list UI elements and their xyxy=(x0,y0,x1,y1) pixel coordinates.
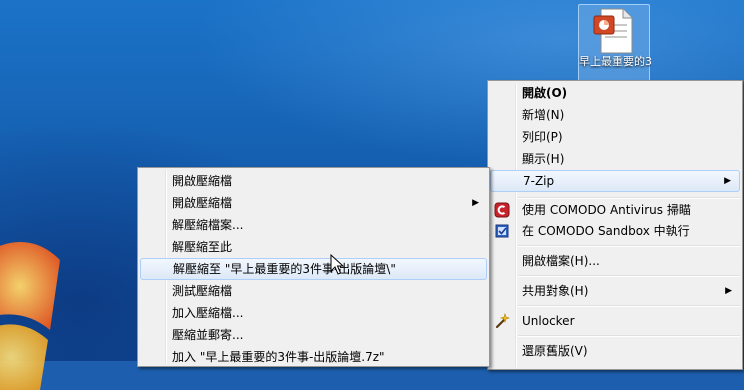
menu-separator xyxy=(518,305,740,307)
desktop-file-icon[interactable]: 早上最重要的3件事-出 xyxy=(578,4,651,84)
menu-separator xyxy=(518,245,740,247)
menu-item-label: 使用 COMODO Antivirus 掃瞄 xyxy=(522,203,691,217)
menu-item-7zip[interactable]: 7-Zip ▶ xyxy=(490,170,740,192)
menu-item-share-with[interactable]: 共用對象(H) ▶ xyxy=(490,280,740,302)
menu-item-label: 共用對象(H) xyxy=(522,284,589,298)
menu-item-label: 測試壓縮檔 xyxy=(172,284,233,298)
menu-item-label: 在 COMODO Sandbox 中執行 xyxy=(522,224,690,238)
zip-item-add-to-7z[interactable]: 加入 "早上最重要的3件事-出版論壇.7z" xyxy=(140,346,487,368)
zip-item-extract-here[interactable]: 解壓縮至此 xyxy=(140,236,487,258)
menu-item-comodo-sandbox[interactable]: 在 COMODO Sandbox 中執行 xyxy=(490,220,740,242)
menu-item-label: Unlocker xyxy=(522,314,575,328)
menu-item-label: 壓縮並郵寄... xyxy=(172,328,244,342)
comodo-antivirus-icon xyxy=(494,202,510,218)
powerpoint-file-icon xyxy=(593,8,633,54)
menu-item-label: 顯示(H) xyxy=(522,152,565,166)
unlocker-wand-icon xyxy=(495,313,510,329)
comodo-sandbox-icon xyxy=(495,224,509,238)
menu-separator xyxy=(518,275,740,277)
zip-item-extract-files[interactable]: 解壓縮檔案... xyxy=(140,214,487,236)
menu-item-open[interactable]: 開啟(O) xyxy=(490,82,740,104)
menu-item-comodo-scan[interactable]: 使用 COMODO Antivirus 掃瞄 xyxy=(490,199,740,221)
menu-item-unlocker[interactable]: Unlocker xyxy=(490,310,740,332)
submenu-arrow-icon: ▶ xyxy=(725,286,732,296)
menu-item-label: 開啟檔案(H)... xyxy=(522,254,600,268)
zip-item-compress-and-email[interactable]: 壓縮並郵寄... xyxy=(140,324,487,346)
zip-item-add-to-archive[interactable]: 加入壓縮檔... xyxy=(140,302,487,324)
menu-item-new[interactable]: 新增(N) xyxy=(490,104,740,126)
menu-item-label: 解壓縮檔案... xyxy=(172,218,244,232)
submenu-arrow-icon: ▶ xyxy=(472,198,479,208)
menu-item-label: 開啟壓縮檔 xyxy=(172,196,233,210)
menu-item-show[interactable]: 顯示(H) xyxy=(490,148,740,170)
context-menu: 開啟(O) 新增(N) 列印(P) 顯示(H) 7-Zip ▶ 使用 COMOD… xyxy=(487,80,743,370)
menu-item-label: 開啟(O) xyxy=(522,86,568,100)
windows-logo-icon xyxy=(0,242,60,390)
menu-separator xyxy=(518,335,740,337)
menu-item-label: 加入 "早上最重要的3件事-出版論壇.7z" xyxy=(172,350,385,364)
zip-item-extract-to-folder[interactable]: 解壓縮至 "早上最重要的3件事-出版論壇\" xyxy=(140,258,487,280)
menu-item-label: 解壓縮至此 xyxy=(172,240,233,254)
menu-item-label: 7-Zip xyxy=(523,174,555,188)
submenu-arrow-icon: ▶ xyxy=(724,176,731,186)
menu-item-open-file[interactable]: 開啟檔案(H)... xyxy=(490,250,740,272)
desktop-file-caption: 早上最重要的3件事-出 xyxy=(579,55,651,68)
mouse-cursor-icon xyxy=(330,254,344,275)
menu-item-print[interactable]: 列印(P) xyxy=(490,126,740,148)
menu-item-label: 解壓縮至 "早上最重要的3件事-出版論壇\" xyxy=(173,262,396,276)
menu-item-label: 還原舊版(V) xyxy=(522,344,588,358)
menu-item-restore-previous[interactable]: 還原舊版(V) xyxy=(490,340,740,362)
menu-item-label: 列印(P) xyxy=(522,130,563,144)
menu-item-label: 加入壓縮檔... xyxy=(172,306,244,320)
zip-item-test-archive[interactable]: 測試壓縮檔 xyxy=(140,280,487,302)
zip-item-open-archive-submenu[interactable]: 開啟壓縮檔 ▶ xyxy=(140,192,487,214)
zip-item-open-archive[interactable]: 開啟壓縮檔 xyxy=(140,170,487,192)
7zip-submenu: 開啟壓縮檔 開啟壓縮檔 ▶ 解壓縮檔案... 解壓縮至此 解壓縮至 "早上最重要… xyxy=(137,167,490,367)
menu-item-label: 開啟壓縮檔 xyxy=(172,174,233,188)
menu-item-label: 新增(N) xyxy=(522,108,565,122)
